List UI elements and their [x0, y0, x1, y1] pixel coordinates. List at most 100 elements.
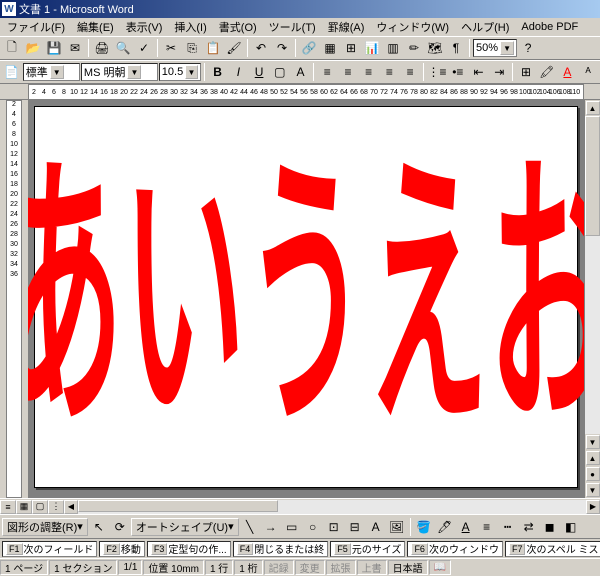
fkey-F3[interactable]: F3定型句の作...: [147, 541, 231, 557]
menu-adobe[interactable]: Adobe PDF: [516, 20, 583, 34]
menu-help[interactable]: ヘルプ(H): [456, 18, 514, 36]
status-book-icon[interactable]: 📖: [429, 560, 451, 575]
tables-icon[interactable]: ▦: [320, 38, 340, 58]
3d-icon[interactable]: ◧: [561, 517, 581, 537]
mail-icon[interactable]: ✉: [65, 38, 85, 58]
clipart-icon[interactable]: 🖼: [387, 517, 407, 537]
outdent-icon[interactable]: ⇤: [469, 62, 489, 82]
status-language[interactable]: 日本語: [388, 560, 428, 575]
menu-edit[interactable]: 編集(E): [72, 18, 119, 36]
dash-style-icon[interactable]: ┅: [498, 517, 518, 537]
fkey-F4[interactable]: F4閉じるまたは終: [233, 541, 329, 557]
menu-tools[interactable]: ツール(T): [264, 18, 321, 36]
menu-view[interactable]: 表示(V): [121, 18, 168, 36]
document-container[interactable]: あいうえお: [28, 100, 584, 498]
scroll-left-icon[interactable]: ◀: [64, 500, 78, 514]
align-left-icon[interactable]: ≡: [317, 62, 337, 82]
fill-color-icon[interactable]: 🪣: [414, 517, 434, 537]
scroll-down-icon[interactable]: ▼: [586, 435, 600, 449]
font-combo[interactable]: MS 明朝▼: [81, 63, 158, 81]
fkey-F2[interactable]: F2移動: [99, 541, 145, 557]
preview-icon[interactable]: 🔍: [113, 38, 133, 58]
border-icon[interactable]: ▢: [270, 62, 290, 82]
menu-table[interactable]: 罫線(A): [323, 18, 370, 36]
ruby-icon[interactable]: ᴬ: [578, 62, 598, 82]
size-combo[interactable]: 10.5▼: [159, 63, 201, 81]
highlight-icon[interactable]: 🖍: [537, 62, 557, 82]
new-icon[interactable]: 🗋: [2, 38, 22, 58]
font-color-icon[interactable]: A: [558, 62, 578, 82]
font-color2-icon[interactable]: A: [456, 517, 476, 537]
align-right-icon[interactable]: ≡: [359, 62, 379, 82]
italic-icon[interactable]: I: [229, 62, 249, 82]
fkey-F1[interactable]: F1次のフィールド: [2, 541, 97, 557]
line-style-icon[interactable]: ≡: [477, 517, 497, 537]
save-icon[interactable]: 💾: [44, 38, 64, 58]
status-trk[interactable]: 変更: [295, 560, 325, 575]
line-color-icon[interactable]: 🖊: [435, 517, 455, 537]
vertical-ruler[interactable]: 24681012141618202224262830323436: [0, 100, 28, 498]
hyperlink-icon[interactable]: 🔗: [299, 38, 319, 58]
status-ext[interactable]: 拡張: [326, 560, 356, 575]
arrow-icon[interactable]: →: [261, 517, 281, 537]
browse-next-icon[interactable]: ▼: [586, 483, 600, 497]
justify-icon[interactable]: ≡: [380, 62, 400, 82]
vertical-scrollbar[interactable]: ▲ ▼ ▲ ● ▼: [584, 100, 600, 498]
columns-icon[interactable]: ▥: [383, 38, 403, 58]
vtextbox-icon[interactable]: ⊟: [345, 517, 365, 537]
menu-format[interactable]: 書式(O): [214, 18, 262, 36]
fkey-F6[interactable]: F6次のウィンドウ: [407, 541, 503, 557]
rectangle-icon[interactable]: ▭: [282, 517, 302, 537]
scroll-right-icon[interactable]: ▶: [586, 500, 600, 514]
rotate-icon[interactable]: ⟳: [110, 517, 130, 537]
menu-file[interactable]: ファイル(F): [2, 18, 70, 36]
menu-insert[interactable]: 挿入(I): [169, 18, 211, 36]
style-combo[interactable]: 標準▼: [23, 63, 80, 81]
menu-window[interactable]: ウィンドウ(W): [371, 18, 454, 36]
spell-icon[interactable]: ✓: [134, 38, 154, 58]
horizontal-ruler[interactable]: 2468101214161820222426283032343638404244…: [0, 84, 600, 100]
arrow-style-icon[interactable]: ⇄: [519, 517, 539, 537]
char-border-icon[interactable]: A: [291, 62, 311, 82]
fkey-F7[interactable]: F7次のスペル ミス: [505, 541, 600, 557]
scroll-up-icon[interactable]: ▲: [586, 101, 600, 115]
oval-icon[interactable]: ○: [303, 517, 323, 537]
status-ovr[interactable]: 上書: [357, 560, 387, 575]
wordart-icon[interactable]: A: [366, 517, 386, 537]
copy-icon[interactable]: ⎘: [182, 38, 202, 58]
borders-icon[interactable]: ⊞: [516, 62, 536, 82]
format-painter-icon[interactable]: 🖌: [224, 38, 244, 58]
shadow-icon[interactable]: ◼: [540, 517, 560, 537]
bold-icon[interactable]: B: [208, 62, 228, 82]
insert-table-icon[interactable]: ⊞: [341, 38, 361, 58]
page[interactable]: あいうえお: [34, 106, 578, 488]
browse-prev-icon[interactable]: ▲: [586, 451, 600, 465]
align-center-icon[interactable]: ≡: [338, 62, 358, 82]
status-rec[interactable]: 記録: [264, 560, 294, 575]
normal-view-icon[interactable]: ≡: [0, 500, 16, 514]
help-icon[interactable]: ?: [518, 38, 538, 58]
browse-object-icon[interactable]: ●: [586, 467, 600, 481]
redo-icon[interactable]: ↷: [272, 38, 292, 58]
indent-icon[interactable]: ⇥: [489, 62, 509, 82]
draw-menu-button[interactable]: 図形の調整(R) ▾: [2, 518, 88, 536]
underline-icon[interactable]: U: [249, 62, 269, 82]
web-view-icon[interactable]: ▦: [16, 500, 32, 514]
textbox-icon[interactable]: ⊡: [324, 517, 344, 537]
horizontal-scrollbar[interactable]: ◀ ▶: [64, 499, 600, 515]
distributed-icon[interactable]: ≡: [400, 62, 420, 82]
outline-view-icon[interactable]: ⋮: [48, 500, 64, 514]
print-icon[interactable]: 🖨: [92, 38, 112, 58]
paragraph-icon[interactable]: ¶: [446, 38, 466, 58]
numbering-icon[interactable]: ⋮≡: [427, 62, 447, 82]
undo-icon[interactable]: ↶: [251, 38, 271, 58]
map-icon[interactable]: 🗺: [425, 38, 445, 58]
bullets-icon[interactable]: •≡: [448, 62, 468, 82]
document-text[interactable]: あいうえお: [28, 152, 584, 442]
select-icon[interactable]: ↖: [89, 517, 109, 537]
zoom-combo[interactable]: 50%▼: [473, 39, 517, 57]
paste-icon[interactable]: 📋: [203, 38, 223, 58]
pdf-icon[interactable]: 📄: [2, 62, 22, 82]
open-icon[interactable]: 📂: [23, 38, 43, 58]
print-view-icon[interactable]: ▢: [32, 500, 48, 514]
